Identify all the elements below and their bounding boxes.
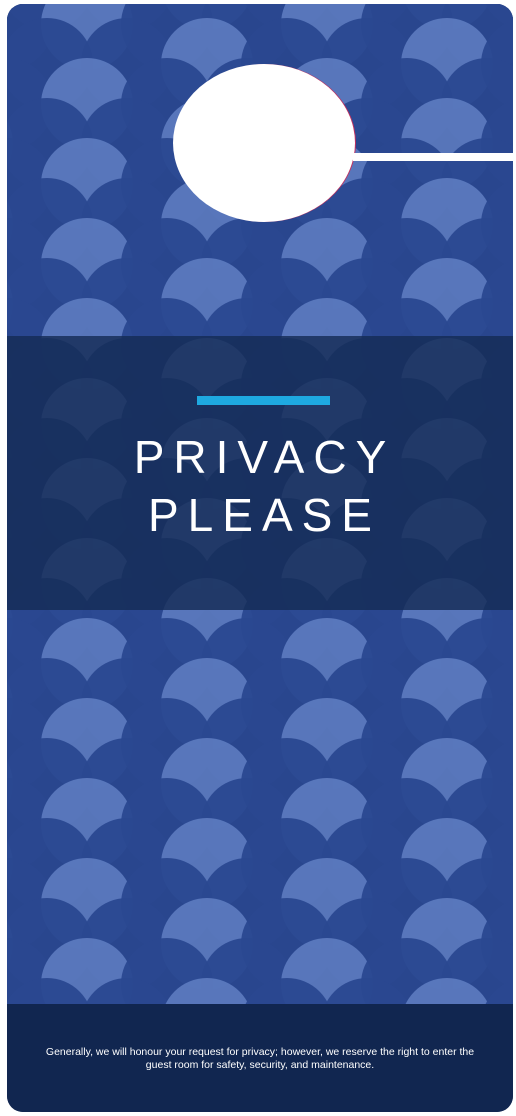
door-hanger-slit-icon [353, 153, 513, 161]
title-line-privacy: PRIVACY [133, 431, 396, 483]
door-hanger: PRIVACY PLEASE Generally, we will honour… [7, 4, 513, 1112]
accent-bar [197, 396, 330, 405]
footer-panel: Generally, we will honour your request f… [7, 1004, 513, 1112]
door-hanger-hole-icon [173, 64, 355, 222]
title-band: PRIVACY PLEASE [7, 336, 513, 610]
title-line-please: PLEASE [148, 489, 381, 541]
privacy-disclaimer: Generally, we will honour your request f… [45, 1046, 475, 1071]
hanger-title: PRIVACY PLEASE [7, 428, 513, 544]
